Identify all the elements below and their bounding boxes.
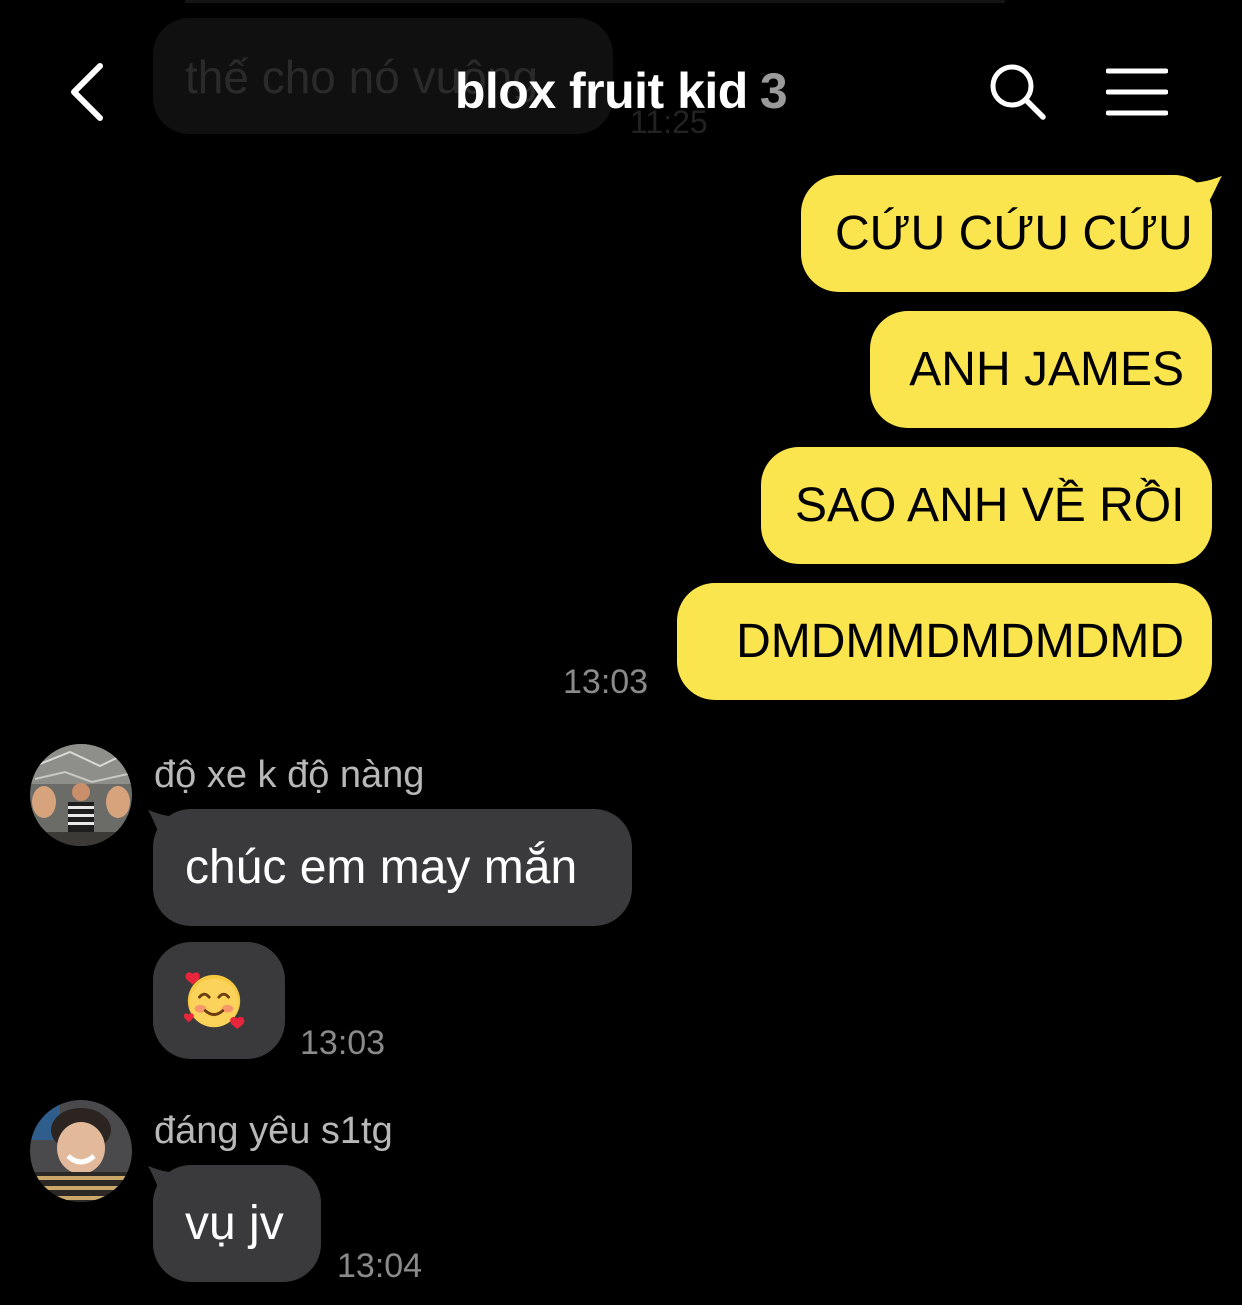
sender-name: đáng yêu s1tg [154, 1110, 393, 1152]
search-button[interactable] [978, 52, 1058, 132]
outgoing-message[interactable]: SAO ANH VỀ RỒI [761, 447, 1212, 564]
avatar-photo-1 [30, 744, 132, 846]
outgoing-message[interactable]: DMDMMDMDMDMD [677, 583, 1212, 700]
hamburger-menu-icon [1106, 68, 1168, 116]
outgoing-message[interactable]: ANH JAMES [870, 311, 1212, 428]
sender-name: độ xe k độ nàng [154, 754, 425, 796]
menu-button[interactable] [1096, 52, 1178, 132]
avatar[interactable] [30, 744, 132, 846]
member-count: 3 [759, 63, 788, 119]
avatar-photo-2 [30, 1100, 132, 1202]
outgoing-timestamp: 13:03 [563, 663, 649, 701]
chat-header: blox fruit kid 3 [0, 0, 1242, 175]
incoming-timestamp: 13:03 [300, 1024, 386, 1062]
incoming-message[interactable]: vụ jv [153, 1165, 321, 1282]
incoming-timestamp: 13:04 [337, 1247, 423, 1285]
chat-screen: thế cho nó vuông 11:25 blox fruit kid3 [0, 0, 1242, 1305]
smiling-face-with-hearts-icon [183, 972, 245, 1030]
avatar[interactable] [30, 1100, 132, 1202]
chat-name: blox fruit kid [454, 63, 749, 119]
incoming-message[interactable]: chúc em may mắn [153, 809, 632, 926]
search-icon [990, 64, 1046, 120]
outgoing-message[interactable]: CỨU CỨU CỨU [801, 175, 1212, 292]
incoming-emoji-message[interactable] [153, 942, 285, 1059]
